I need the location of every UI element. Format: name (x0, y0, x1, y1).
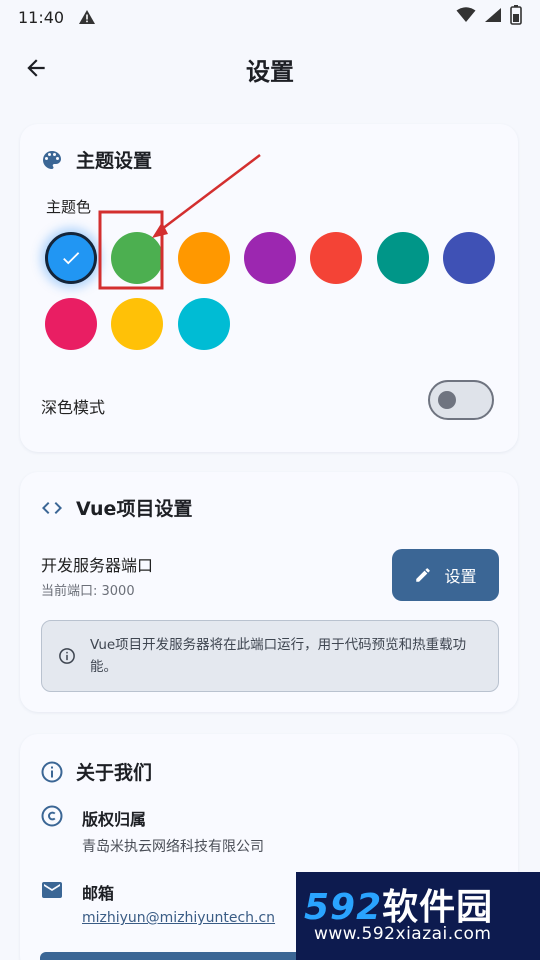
watermark-brand: 592软件园 (304, 878, 493, 930)
color-swatch[interactable] (177, 232, 230, 284)
status-bar: 11:40 (0, 0, 540, 34)
current-port-text: 当前端口: 3000 (41, 584, 135, 599)
dark-mode-toggle[interactable] (428, 380, 494, 420)
site-watermark: 592软件园 www.592xiazai.com (296, 872, 540, 960)
copyright-value: 青岛米执云网络科技有限公司 (82, 839, 264, 855)
copyright-title: 版权归属 (82, 810, 147, 829)
info-icon (59, 648, 75, 664)
watermark-site: www.592xiazai.com (314, 924, 492, 944)
email-link[interactable]: mizhiyun@mizhiyuntech.cn (82, 910, 275, 926)
palette-icon (43, 150, 61, 169)
watermark-brand-number: 592 (304, 887, 383, 928)
wifi-icon (456, 7, 476, 27)
pencil-icon (416, 568, 431, 582)
check-icon (63, 252, 80, 265)
vue-card-header: Vue项目设置 (40, 494, 192, 521)
dark-mode-label: 深色模式 (41, 398, 106, 417)
email-icon (42, 882, 62, 898)
color-swatch[interactable] (177, 298, 230, 350)
color-swatch[interactable] (442, 232, 495, 284)
watermark-brand-text: 软件园 (382, 887, 494, 928)
color-swatch[interactable] (111, 298, 164, 350)
color-swatch[interactable] (310, 232, 363, 284)
set-port-label: 设置 (444, 567, 477, 586)
app-bar: 设置 (0, 34, 540, 104)
color-swatch[interactable] (243, 232, 296, 284)
code-icon (42, 501, 62, 514)
theme-settings-card: 主题设置 主题色 深色模式 (20, 124, 518, 452)
toggle-knob (438, 391, 456, 409)
about-card-title: 关于我们 (76, 762, 153, 784)
bottom-button-edge[interactable] (40, 952, 296, 960)
copyright-icon (41, 805, 63, 827)
color-swatch[interactable] (376, 232, 429, 284)
arrow-left-icon (27, 59, 45, 77)
port-info-box: Vue项目开发服务器将在此端口运行，用于代码预览和热重载功能。 (41, 620, 499, 692)
dev-server-port-title: 开发服务器端口 (41, 556, 154, 575)
theme-color-label: 主题色 (46, 198, 92, 216)
info-icon (41, 761, 63, 782)
signal-icon (484, 7, 502, 27)
back-button[interactable] (18, 50, 54, 86)
vue-settings-card: Vue项目设置 开发服务器端口 当前端口: 3000 设置 Vue项目开发服务器… (20, 472, 518, 712)
color-swatch[interactable] (111, 232, 164, 284)
status-time: 11:40 (18, 7, 65, 27)
warning-icon (78, 9, 96, 25)
theme-card-title: 主题设置 (76, 150, 153, 172)
vue-card-title: Vue项目设置 (76, 498, 193, 520)
email-title: 邮箱 (82, 884, 115, 903)
page-title: 设置 (246, 57, 294, 86)
color-swatch[interactable] (45, 232, 97, 284)
port-info-text: Vue项目开发服务器将在此端口运行，用于代码预览和热重载功能。 (90, 637, 467, 675)
about-card-header: 关于我们 (40, 758, 152, 785)
battery-icon (510, 5, 522, 29)
theme-card-header: 主题设置 (40, 146, 152, 173)
set-port-button[interactable]: 设置 (392, 549, 499, 601)
color-swatch[interactable] (45, 298, 97, 350)
